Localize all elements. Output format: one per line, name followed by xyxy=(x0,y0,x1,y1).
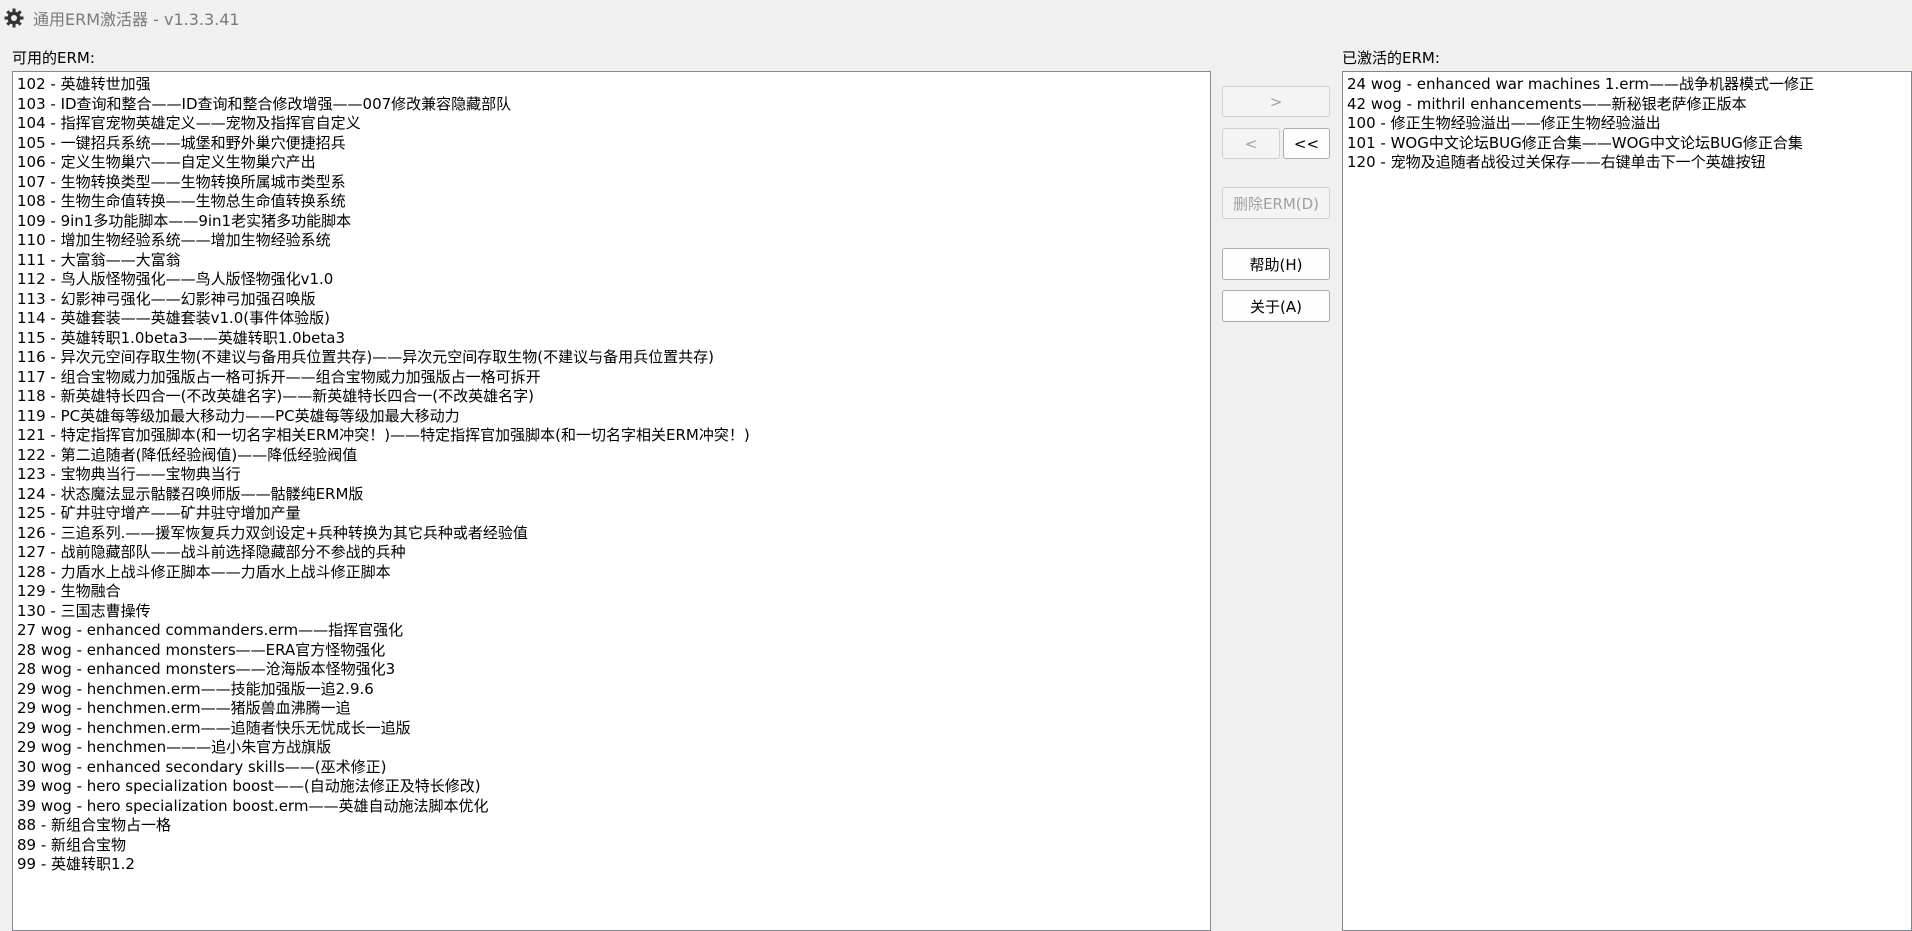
list-item[interactable]: 121 - 特定指挥官加强脚本(和一切名字相关ERM冲突！)——特定指挥官加强脚… xyxy=(17,426,1210,446)
list-item[interactable]: 30 wog - enhanced secondary skills——(巫术修… xyxy=(17,758,1210,778)
window-title: 通用ERM激活器 - v1.3.3.41 xyxy=(33,10,240,29)
list-item[interactable]: 100 - 修正生物经验溢出——修正生物经验溢出 xyxy=(1347,114,1911,134)
list-item[interactable]: 107 - 生物转换类型——生物转换所属城市类型系 xyxy=(17,173,1210,193)
list-item[interactable]: 119 - PC英雄每等级加最大移动力——PC英雄每等级加最大移动力 xyxy=(17,407,1210,427)
list-item[interactable]: 28 wog - enhanced monsters——沧海版本怪物强化3 xyxy=(17,660,1210,680)
list-item[interactable]: 115 - 英雄转职1.0beta3——英雄转职1.0beta3 xyxy=(17,329,1210,349)
list-item[interactable]: 39 wog - hero specialization boost.erm——… xyxy=(17,797,1210,817)
list-item[interactable]: 29 wog - henchmen.erm——技能加强版一追2.9.6 xyxy=(17,680,1210,700)
list-item[interactable]: 99 - 英雄转职1.2 xyxy=(17,855,1210,875)
deactivate-all-button[interactable]: << xyxy=(1283,128,1330,159)
list-item[interactable]: 124 - 状态魔法显示骷髅召唤师版——骷髅纯ERM版 xyxy=(17,485,1210,505)
list-item[interactable]: 116 - 异次元空间存取生物(不建议与备用兵位置共存)——异次元空间存取生物(… xyxy=(17,348,1210,368)
list-item[interactable]: 110 - 增加生物经验系统——增加生物经验系统 xyxy=(17,231,1210,251)
list-item[interactable]: 102 - 英雄转世加强 xyxy=(17,75,1210,95)
deactivate-button[interactable]: < xyxy=(1222,128,1280,159)
gear-icon xyxy=(3,7,25,29)
list-item[interactable]: 29 wog - henchmen———追小朱官方战旗版 xyxy=(17,738,1210,758)
list-item[interactable]: 125 - 矿井驻守增产——矿井驻守增加产量 xyxy=(17,504,1210,524)
help-button[interactable]: 帮助(H) xyxy=(1222,248,1330,280)
list-item[interactable]: 112 - 鸟人版怪物强化——鸟人版怪物强化v1.0 xyxy=(17,270,1210,290)
list-item[interactable]: 105 - 一键招兵系统——城堡和野外巢穴便捷招兵 xyxy=(17,134,1210,154)
about-button[interactable]: 关于(A) xyxy=(1222,290,1330,322)
active-erm-label: 已激活的ERM: xyxy=(1342,49,1440,67)
list-item[interactable]: 103 - ID查询和整合——ID查询和整合修改增强——007修改兼容隐藏部队 xyxy=(17,95,1210,115)
activate-button[interactable]: > xyxy=(1222,86,1330,117)
list-item[interactable]: 114 - 英雄套装——英雄套装v1.0(事件体验版) xyxy=(17,309,1210,329)
available-erm-list[interactable]: 102 - 英雄转世加强 103 - ID查询和整合——ID查询和整合修改增强——… xyxy=(12,71,1211,931)
list-item[interactable]: 108 - 生物生命值转换——生物总生命值转换系统 xyxy=(17,192,1210,212)
title-bar: 通用ERM激活器 - v1.3.3.41 xyxy=(0,0,1912,36)
list-item[interactable]: 29 wog - henchmen.erm——追随者快乐无忧成长一追版 xyxy=(17,719,1210,739)
list-item[interactable]: 113 - 幻影神弓强化——幻影神弓加强召唤版 xyxy=(17,290,1210,310)
list-item[interactable]: 123 - 宝物典当行——宝物典当行 xyxy=(17,465,1210,485)
list-item[interactable]: 118 - 新英雄特长四合一(不改英雄名字)——新英雄特长四合一(不改英雄名字) xyxy=(17,387,1210,407)
list-item[interactable]: 39 wog - hero specialization boost——(自动施… xyxy=(17,777,1210,797)
list-item[interactable]: 120 - 宠物及追随者战役过关保存——右键单击下一个英雄按钮 xyxy=(1347,153,1911,173)
list-item[interactable]: 128 - 力盾水上战斗修正脚本——力盾水上战斗修正脚本 xyxy=(17,563,1210,583)
list-item[interactable]: 29 wog - henchmen.erm——猪版兽血沸腾一追 xyxy=(17,699,1210,719)
list-item[interactable]: 129 - 生物融合 xyxy=(17,582,1210,602)
list-item[interactable]: 28 wog - enhanced monsters——ERA官方怪物强化 xyxy=(17,641,1210,661)
delete-erm-button[interactable]: 删除ERM(D) xyxy=(1222,187,1330,219)
list-item[interactable]: 104 - 指挥官宠物英雄定义——宠物及指挥官自定义 xyxy=(17,114,1210,134)
list-item[interactable]: 111 - 大富翁——大富翁 xyxy=(17,251,1210,271)
list-item[interactable]: 106 - 定义生物巢穴——自定义生物巢穴产出 xyxy=(17,153,1210,173)
list-item[interactable]: 109 - 9in1多功能脚本——9in1老实猪多功能脚本 xyxy=(17,212,1210,232)
list-item[interactable]: 130 - 三国志曹操传 xyxy=(17,602,1210,622)
list-item[interactable]: 126 - 三追系列.——援军恢复兵力双剑设定+兵种转换为其它兵种或者经验值 xyxy=(17,524,1210,544)
list-item[interactable]: 101 - WOG中文论坛BUG修正合集——WOG中文论坛BUG修正合集 xyxy=(1347,134,1911,154)
list-item[interactable]: 89 - 新组合宝物 xyxy=(17,836,1210,856)
list-item[interactable]: 42 wog - mithril enhancements——新秘银老萨修正版本 xyxy=(1347,95,1911,115)
list-item[interactable]: 127 - 战前隐藏部队——战斗前选择隐藏部分不参战的兵种 xyxy=(17,543,1210,563)
available-erm-label: 可用的ERM: xyxy=(12,49,95,67)
list-item[interactable]: 88 - 新组合宝物占一格 xyxy=(17,816,1210,836)
active-erm-list[interactable]: 24 wog - enhanced war machines 1.erm——战争… xyxy=(1342,71,1912,931)
list-item[interactable]: 117 - 组合宝物威力加强版占一格可拆开——组合宝物威力加强版占一格可拆开 xyxy=(17,368,1210,388)
list-item[interactable]: 24 wog - enhanced war machines 1.erm——战争… xyxy=(1347,75,1911,95)
list-item[interactable]: 27 wog - enhanced commanders.erm——指挥官强化 xyxy=(17,621,1210,641)
list-item[interactable]: 122 - 第二追随者(降低经验阀值)——降低经验阀值 xyxy=(17,446,1210,466)
